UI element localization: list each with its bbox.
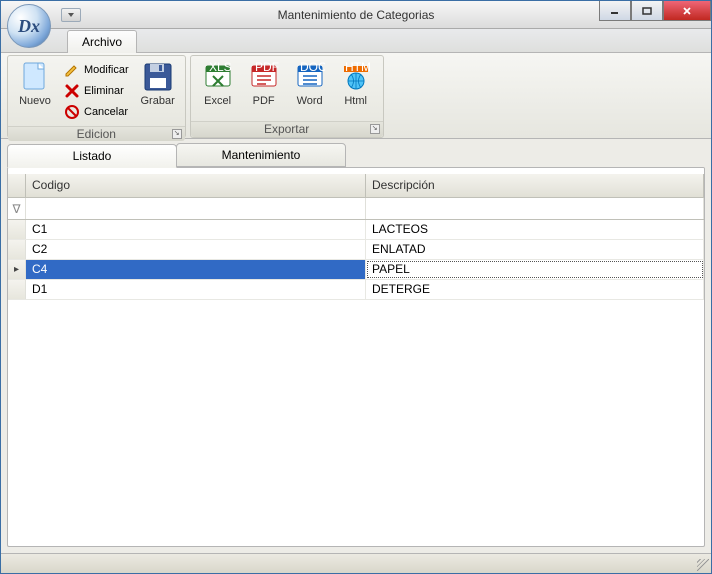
ribbon-group-title-edicion: Edicion ↘ xyxy=(8,126,185,141)
qat-customize-button[interactable] xyxy=(61,8,81,22)
column-header-codigo[interactable]: Codigo xyxy=(26,174,366,197)
cell-codigo: C4 xyxy=(26,260,366,279)
app-window: Dx Mantenimiento de Categorias Archivo N… xyxy=(0,0,712,574)
table-row[interactable]: C4PAPEL xyxy=(8,260,704,280)
cell-descripcion: PAPEL xyxy=(366,260,704,279)
minimize-button[interactable] xyxy=(599,1,631,21)
cell-codigo: D1 xyxy=(26,280,366,299)
edicion-launcher[interactable]: ↘ xyxy=(172,129,182,139)
table-row[interactable]: D1DETERGE xyxy=(8,280,704,300)
grabar-button[interactable]: Grabar xyxy=(135,58,181,110)
eliminar-button[interactable]: Eliminar xyxy=(60,81,133,101)
data-grid: Codigo Descripción ∇ C1LACTEOSC2ENLATADC… xyxy=(7,167,705,547)
ribbon-group-title-exportar: Exportar ↘ xyxy=(191,121,383,137)
resize-grip[interactable] xyxy=(697,559,709,571)
tab-mantenimiento[interactable]: Mantenimiento xyxy=(176,143,346,167)
maximize-button[interactable] xyxy=(631,1,663,21)
svg-text:PDF: PDF xyxy=(255,62,279,74)
svg-text:HTML: HTML xyxy=(345,62,371,74)
row-indicator xyxy=(8,220,26,239)
filter-icon: ∇ xyxy=(8,198,26,219)
cancelar-button[interactable]: Cancelar xyxy=(60,102,133,122)
delete-x-icon xyxy=(64,83,80,99)
cell-descripcion: DETERGE xyxy=(366,280,704,299)
column-header-descripcion[interactable]: Descripción xyxy=(366,174,704,197)
statusbar xyxy=(1,553,711,573)
export-excel-button[interactable]: XLS Excel xyxy=(195,58,241,110)
table-row[interactable]: C2ENLATAD xyxy=(8,240,704,260)
word-icon: DOC xyxy=(294,61,326,93)
export-pdf-button[interactable]: PDF PDF xyxy=(241,58,287,110)
view-tabs: Listado Mantenimiento xyxy=(7,143,705,167)
ribbon: Nuevo Modificar Eliminar Cancelar xyxy=(1,53,711,139)
table-row[interactable]: C1LACTEOS xyxy=(8,220,704,240)
close-button[interactable] xyxy=(663,1,711,21)
grid-header: Codigo Descripción xyxy=(8,174,704,198)
row-indicator xyxy=(8,260,26,279)
ribbon-tabstrip: Archivo xyxy=(1,29,711,53)
cell-descripcion: LACTEOS xyxy=(366,220,704,239)
exportar-launcher[interactable]: ↘ xyxy=(370,124,380,134)
nuevo-label: Nuevo xyxy=(19,95,51,107)
svg-text:DOC: DOC xyxy=(300,62,325,74)
cancel-icon xyxy=(64,104,80,120)
cell-codigo: C2 xyxy=(26,240,366,259)
pdf-icon: PDF xyxy=(248,61,280,93)
grid-body: C1LACTEOSC2ENLATADC4PAPELD1DETERGE xyxy=(8,220,704,546)
cell-codigo: C1 xyxy=(26,220,366,239)
export-word-button[interactable]: DOC Word xyxy=(287,58,333,110)
ribbon-group-exportar: XLS Excel PDF PDF DOC Word HTML Html Exp… xyxy=(190,55,384,138)
modificar-button[interactable]: Modificar xyxy=(60,60,133,80)
save-floppy-icon xyxy=(142,61,174,93)
app-menu-orb[interactable]: Dx xyxy=(7,4,51,48)
nuevo-button[interactable]: Nuevo xyxy=(12,58,58,110)
filter-descripcion-input[interactable] xyxy=(366,198,703,219)
row-indicator xyxy=(8,240,26,259)
row-indicator xyxy=(8,280,26,299)
ribbon-tab-archivo[interactable]: Archivo xyxy=(67,30,137,53)
content-area: Listado Mantenimiento Codigo Descripción… xyxy=(1,139,711,553)
new-file-icon xyxy=(19,61,51,93)
pencil-icon xyxy=(64,62,80,78)
html-globe-icon: HTML xyxy=(340,61,372,93)
filter-codigo-input[interactable] xyxy=(26,198,365,219)
excel-icon: XLS xyxy=(202,61,234,93)
row-indicator-header xyxy=(8,174,26,197)
grid-filter-row: ∇ xyxy=(8,198,704,220)
ribbon-group-edicion: Nuevo Modificar Eliminar Cancelar xyxy=(7,55,186,138)
titlebar: Dx Mantenimiento de Categorias xyxy=(1,1,711,29)
export-html-button[interactable]: HTML Html xyxy=(333,58,379,110)
tab-listado[interactable]: Listado xyxy=(7,144,177,168)
cell-descripcion: ENLATAD xyxy=(366,240,704,259)
svg-text:XLS: XLS xyxy=(209,62,232,74)
